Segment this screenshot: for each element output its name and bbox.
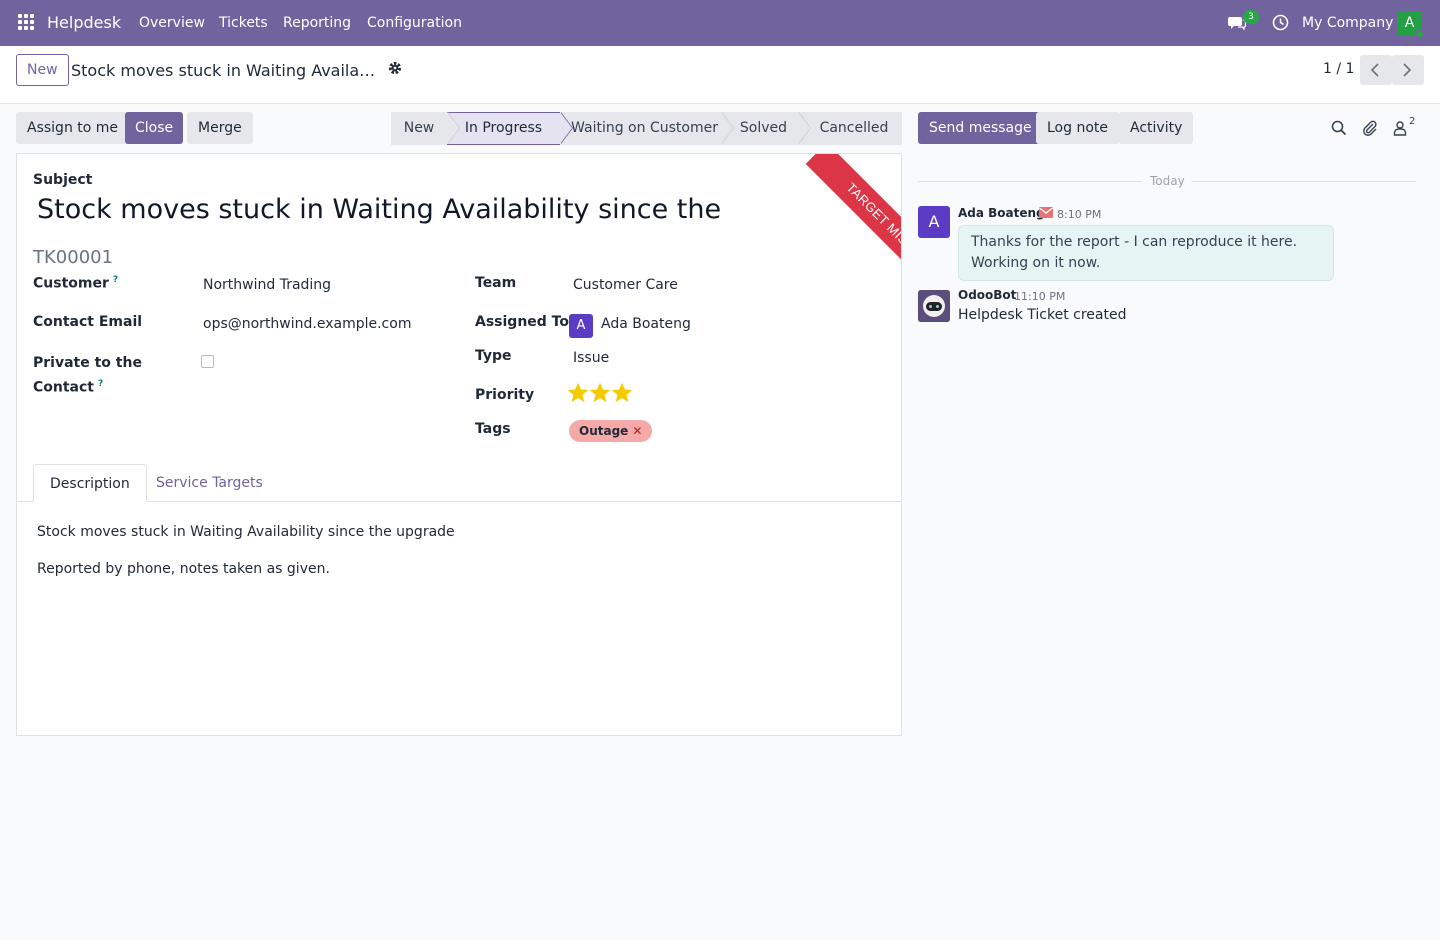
log-note-button[interactable]: Log note	[1036, 112, 1119, 144]
description-line[interactable]: Stock moves stuck in Waiting Availabilit…	[37, 524, 455, 540]
close-ticket-button[interactable]: Close	[125, 112, 184, 144]
paperclip-icon[interactable]	[1362, 120, 1378, 136]
nav-reporting[interactable]: Reporting	[283, 15, 351, 31]
stage-label: Cancelled	[819, 120, 889, 136]
team-field[interactable]: Customer Care	[573, 277, 678, 293]
ticket-form-sheet: TARGET MISSED Subject Stock moves stuck …	[16, 153, 902, 736]
nav-overview[interactable]: Overview	[139, 15, 205, 31]
pager-next-button[interactable]	[1392, 55, 1424, 85]
type-label: Type	[475, 348, 512, 364]
assigned-to-label: Assigned To	[475, 314, 569, 330]
message-time: 8:10 PM	[1057, 208, 1102, 221]
followers-icon[interactable]	[1393, 120, 1409, 136]
chevron-right-icon	[1403, 63, 1412, 77]
tab-description[interactable]: Description	[33, 464, 147, 502]
user-avatar[interactable]: A	[1397, 11, 1425, 39]
company-switcher[interactable]: My Company	[1302, 15, 1393, 31]
private-contact-checkbox[interactable]	[201, 355, 214, 368]
subject-label: Subject	[33, 172, 93, 188]
online-status-dot	[1415, 29, 1425, 39]
clock-icon[interactable]	[1272, 14, 1289, 31]
assign-to-me-button[interactable]: Assign to me	[16, 112, 130, 144]
stage-new[interactable]: New	[391, 112, 460, 145]
search-icon[interactable]	[1331, 120, 1347, 136]
send-message-button[interactable]: Send message	[918, 112, 1043, 144]
stage-label: New	[403, 120, 435, 136]
stage-in-progress[interactable]: In Progress	[447, 112, 573, 145]
message-author[interactable]: Ada Boateng	[958, 206, 1045, 220]
subject-input[interactable]: Stock moves stuck in Waiting Availabilit…	[37, 194, 721, 225]
priority-star-icon[interactable]	[612, 383, 632, 403]
message-time: 11:10 PM	[1014, 290, 1066, 303]
stage-label: Solved	[739, 120, 788, 136]
private-contact-label: Private to the Contact?	[33, 355, 142, 396]
control-panel: New Stock moves stuck in Waiting Availab…	[0, 46, 1440, 104]
pager-value[interactable]: 1 / 1	[1323, 61, 1354, 77]
chevron-left-icon	[1370, 63, 1379, 77]
date-separator-line	[1192, 181, 1416, 182]
tag-outage: Outage ✕	[569, 420, 653, 442]
envelope-icon	[1039, 207, 1053, 218]
top-navbar: Helpdesk Overview Tickets Reporting Conf…	[0, 0, 1440, 46]
nav-configuration[interactable]: Configuration	[367, 15, 462, 31]
robot-icon	[918, 290, 950, 322]
assigned-to-field[interactable]: Ada Boateng	[601, 316, 691, 332]
type-field[interactable]: Issue	[573, 350, 609, 366]
message-body: Thanks for the report - I can reproduce …	[958, 225, 1334, 281]
message-author-avatar[interactable]: A	[918, 206, 950, 238]
tag-label: Outage	[579, 424, 629, 438]
stage-waiting-on-customer[interactable]: Waiting on Customer	[560, 112, 734, 145]
nav-tickets[interactable]: Tickets	[219, 15, 268, 31]
new-record-button[interactable]: New	[16, 54, 69, 86]
gear-icon[interactable]	[387, 60, 403, 76]
description-line[interactable]: Reported by phone, notes taken as given.	[37, 561, 330, 577]
message-author[interactable]: OdooBot	[958, 288, 1016, 302]
app-brand[interactable]: Helpdesk	[47, 13, 121, 32]
message-body: Helpdesk Ticket created	[958, 307, 1127, 323]
date-separator: Today	[1150, 174, 1185, 188]
tab-service-targets[interactable]: Service Targets	[140, 464, 279, 502]
apps-menu-icon[interactable]	[18, 14, 36, 32]
priority-star-icon[interactable]	[590, 383, 610, 403]
remove-tag-icon[interactable]: ✕	[632, 424, 642, 438]
user-avatar-letter: A	[1404, 15, 1415, 31]
stage-label: In Progress	[464, 120, 543, 136]
chat-count-badge: 3	[1243, 10, 1259, 24]
stage-label: Waiting on Customer	[571, 120, 718, 136]
priority-star-icon[interactable]	[568, 383, 588, 403]
activity-button[interactable]: Activity	[1119, 112, 1194, 144]
stage-statusbar: New In Progress Waiting on Customer Solv…	[391, 112, 902, 145]
contact-email-label: Contact Email	[33, 314, 143, 330]
followers-count: 2	[1409, 116, 1416, 127]
priority-label: Priority	[475, 387, 535, 403]
contact-email-field[interactable]: ops@northwind.example.com	[203, 316, 411, 332]
target-missed-ribbon: TARGET MISSED	[805, 154, 901, 306]
stage-cancelled[interactable]: Cancelled	[798, 112, 902, 145]
odoobot-avatar[interactable]	[918, 290, 950, 322]
date-separator-line	[918, 181, 1142, 182]
assignee-avatar: A	[569, 314, 593, 338]
tags-label: Tags	[475, 421, 511, 437]
pager-previous-button[interactable]	[1360, 55, 1392, 85]
ticket-reference: TK00001	[33, 247, 114, 268]
team-label: Team	[475, 275, 517, 291]
breadcrumb-record-title: Stock moves stuck in Waiting Availabili.…	[71, 61, 381, 80]
customer-label: Customer?	[33, 275, 119, 292]
customer-field[interactable]: Northwind Trading	[203, 277, 331, 293]
merge-button[interactable]: Merge	[187, 112, 253, 144]
